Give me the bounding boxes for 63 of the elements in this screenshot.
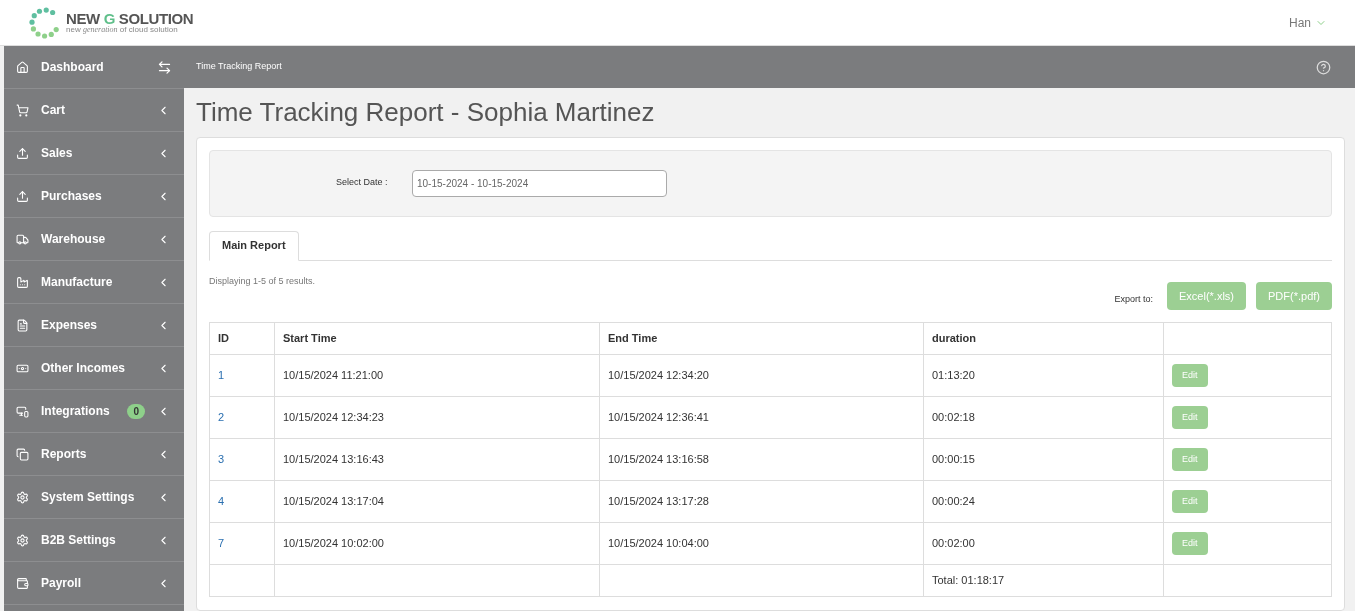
sidebar-item[interactable]: Cart (4, 89, 184, 132)
sidebar-item[interactable]: B2B Settings (4, 519, 184, 562)
sidebar-item[interactable]: Purchases (4, 175, 184, 218)
table-cell: 10/15/2024 13:16:58 (599, 438, 924, 481)
total-cell: Total: 01:18:17 (923, 564, 1164, 597)
table-cell[interactable]: 1 (209, 354, 275, 397)
table-cell[interactable]: 7 (209, 522, 275, 565)
column-header: Start Time (274, 322, 600, 355)
table-cell: 10/15/2024 13:17:28 (599, 480, 924, 523)
cart-icon (16, 103, 29, 117)
table-cell: 00:00:24 (923, 480, 1164, 523)
sidebar-item[interactable]: Manufacture (4, 261, 184, 304)
help-icon[interactable] (1316, 59, 1331, 75)
table-cell[interactable]: 3 (209, 438, 275, 481)
column-header: duration (923, 322, 1164, 355)
sidebar-item[interactable]: Warehouse (4, 218, 184, 261)
gear-icon (16, 490, 29, 504)
table-cell[interactable]: 4 (209, 480, 275, 523)
document-icon (16, 318, 29, 332)
table-cell: 00:02:18 (923, 396, 1164, 439)
logo-icon (28, 5, 62, 40)
brand-tagline: new generation of cloud solution (66, 26, 179, 34)
column-header: ID (209, 322, 275, 355)
table-cell: 01:13:20 (923, 354, 1164, 397)
table-cell[interactable]: 2 (209, 396, 275, 439)
export-label: Export to: (1114, 293, 1153, 307)
table-cell: 10/15/2024 10:04:00 (599, 522, 924, 565)
tab[interactable]: Main Report (209, 230, 299, 261)
count-badge: 0 (127, 403, 145, 419)
table-cell: 10/15/2024 12:34:20 (599, 354, 924, 397)
monitor-icon (16, 404, 29, 418)
brand-name: NEW G SOLUTION (66, 11, 194, 26)
filter-label: Select Date : (336, 176, 389, 190)
page-title: Time Tracking Report - Sophia Martinez (195, 96, 656, 129)
sidebar-item[interactable]: System Settings (4, 476, 184, 519)
toggle-arrows-icon[interactable] (157, 59, 172, 75)
table-cell: 10/15/2024 10:02:00 (274, 522, 600, 565)
results-summary: Displaying 1-5 of 5 results. (209, 274, 317, 288)
table-cell: 10/15/2024 12:34:23 (274, 396, 600, 439)
date-range-field[interactable]: 10-15-2024 - 10-15-2024 (412, 169, 667, 197)
table-cell: 10/15/2024 11:21:00 (274, 354, 600, 397)
home-icon (16, 60, 29, 74)
column-header: End Time (599, 322, 924, 355)
copy-icon (16, 447, 29, 461)
breadcrumb[interactable]: Time Tracking Report (196, 60, 282, 74)
sidebar-item[interactable]: Other Incomes (4, 347, 184, 390)
upload-icon (16, 189, 29, 203)
wallet-icon (16, 576, 29, 590)
user-menu[interactable]: Han (1289, 13, 1327, 32)
table-cell: 10/15/2024 13:17:04 (274, 480, 600, 523)
sidebar-item[interactable]: Sales (4, 132, 184, 175)
gear-icon (16, 533, 29, 547)
sidebar-item[interactable]: Reports (4, 433, 184, 476)
upload-icon (16, 146, 29, 160)
table-cell: 00:00:15 (923, 438, 1164, 481)
table-cell: 10/15/2024 12:36:41 (599, 396, 924, 439)
factory-icon (16, 275, 29, 289)
sidebar-item[interactable]: Expenses (4, 304, 184, 347)
table-cell: 10/15/2024 13:16:43 (274, 438, 600, 481)
truck-icon (16, 232, 29, 246)
sidebar-item[interactable]: Payroll (4, 562, 184, 605)
table-cell: 00:02:00 (923, 522, 1164, 565)
sidebar-item[interactable]: Integrations 0 (4, 390, 184, 433)
